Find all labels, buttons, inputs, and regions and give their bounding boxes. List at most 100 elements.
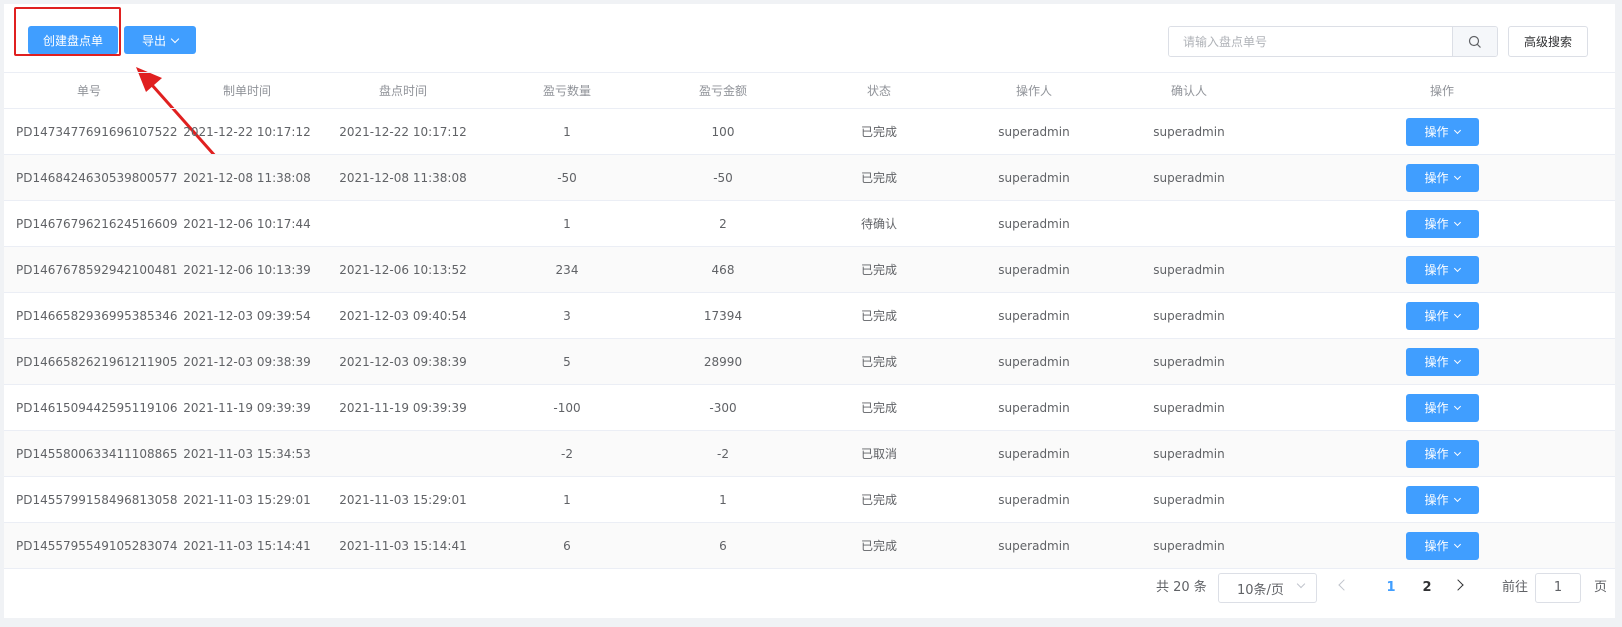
table-cell: superadmin bbox=[998, 263, 1070, 277]
table-cell: PD1473477691696107522 bbox=[16, 125, 178, 139]
table-body: PD1473477691696107522 2021-12-22 10:17:12… bbox=[4, 109, 1615, 569]
search-button[interactable] bbox=[1452, 27, 1497, 56]
table-cell: 2021-12-06 10:17:44 bbox=[183, 217, 311, 231]
table-cell: -50 bbox=[557, 171, 577, 185]
row-action-button[interactable]: 操作 bbox=[1405, 348, 1479, 376]
table-row[interactable]: PD1455800633411108865 2021-11-03 15:34:53… bbox=[4, 431, 1615, 477]
table-row[interactable]: PD1461509442595119106 2021-11-19 09:39:39… bbox=[4, 385, 1615, 431]
table-cell: PD1455800633411108865 bbox=[16, 447, 178, 461]
table-cell: superadmin bbox=[1153, 309, 1225, 323]
table-cell: superadmin bbox=[1153, 125, 1225, 139]
row-action-button[interactable]: 操作 bbox=[1405, 394, 1479, 422]
row-action-button[interactable]: 操作 bbox=[1405, 302, 1479, 330]
table-cell: superadmin bbox=[1153, 447, 1225, 461]
action-cell: 操作 bbox=[1269, 523, 1615, 569]
action-cell: 操作 bbox=[1269, 109, 1615, 155]
row-action-button[interactable]: 操作 bbox=[1405, 486, 1479, 514]
chevron-down-icon bbox=[1453, 402, 1461, 411]
table-row[interactable]: PD1455795549105283074 2021-11-03 15:14:41… bbox=[4, 523, 1615, 569]
table-cell: -2 bbox=[717, 447, 729, 461]
table-cell: 1 bbox=[719, 493, 727, 507]
table-cell: superadmin bbox=[998, 171, 1070, 185]
table-row[interactable]: PD1473477691696107522 2021-12-22 10:17:12… bbox=[4, 109, 1615, 155]
table-cell: 2021-12-06 10:13:39 bbox=[183, 263, 311, 277]
column-header: 盘点时间 bbox=[378, 84, 427, 98]
row-action-button[interactable]: 操作 bbox=[1405, 256, 1479, 284]
row-action-button[interactable]: 操作 bbox=[1405, 532, 1479, 560]
table-cell: 2021-11-19 09:39:39 bbox=[339, 401, 467, 415]
table-row[interactable]: PD1455799158496813058 2021-11-03 15:29:01… bbox=[4, 477, 1615, 523]
table-cell: 28990 bbox=[703, 355, 743, 369]
table-cell: PD1461509442595119106 bbox=[16, 401, 178, 415]
table-cell: superadmin bbox=[1153, 539, 1225, 553]
table-cell: 6 bbox=[719, 539, 727, 553]
goto-page-input[interactable]: 1 bbox=[1535, 573, 1581, 603]
row-action-label: 操作 bbox=[1424, 401, 1449, 415]
table-row[interactable]: PD1468424630539800577 2021-12-08 11:38:08… bbox=[4, 155, 1615, 201]
table-cell: 已完成 bbox=[860, 309, 897, 323]
table-cell: PD1466582621961211905 bbox=[16, 355, 178, 369]
table-cell: PD1466582936995385346 bbox=[16, 309, 178, 323]
table-cell: 已完成 bbox=[860, 355, 897, 369]
table-cell: 2021-12-22 10:17:12 bbox=[183, 125, 311, 139]
create-inventory-button[interactable]: 创建盘点单 bbox=[28, 26, 118, 54]
prev-page-icon[interactable] bbox=[1338, 579, 1350, 591]
pagination-total: 共 20 条 bbox=[1156, 580, 1207, 595]
table-row[interactable]: PD1467678592942100481 2021-12-06 10:13:39… bbox=[4, 247, 1615, 293]
table-cell: 已完成 bbox=[860, 539, 897, 553]
toolbar: 创建盘点单 导出 高级搜索 bbox=[4, 4, 1615, 76]
page-number-1[interactable]: 1 bbox=[1381, 573, 1401, 603]
row-action-button[interactable]: 操作 bbox=[1405, 440, 1479, 468]
column-header: 盈亏金额 bbox=[698, 84, 747, 98]
advanced-search-button[interactable]: 高级搜索 bbox=[1508, 26, 1588, 57]
row-action-label: 操作 bbox=[1424, 539, 1449, 553]
chevron-down-icon bbox=[1453, 126, 1461, 135]
table-cell: superadmin bbox=[1153, 263, 1225, 277]
table-row[interactable]: PD1466582621961211905 2021-12-03 09:38:39… bbox=[4, 339, 1615, 385]
table-cell: superadmin bbox=[998, 401, 1070, 415]
export-label: 导出 bbox=[141, 33, 166, 48]
page-number-2[interactable]: 2 bbox=[1417, 573, 1437, 603]
table-row[interactable]: PD1467679621624516609 2021-12-06 10:17:44… bbox=[4, 201, 1615, 247]
row-action-button[interactable]: 操作 bbox=[1405, 118, 1479, 146]
table-cell: 6 bbox=[563, 539, 571, 553]
table-cell: superadmin bbox=[1153, 355, 1225, 369]
table-row[interactable]: PD1466582936995385346 2021-12-03 09:39:54… bbox=[4, 293, 1615, 339]
row-action-label: 操作 bbox=[1424, 171, 1449, 185]
table-cell: 468 bbox=[711, 263, 735, 277]
table-cell bbox=[327, 201, 479, 247]
chevron-down-icon bbox=[1453, 494, 1461, 503]
table-cell: -300 bbox=[709, 401, 737, 415]
table-cell: 2021-12-08 11:38:08 bbox=[183, 171, 311, 185]
table-cell: superadmin bbox=[998, 493, 1070, 507]
table-cell bbox=[327, 431, 479, 477]
table-cell: 17394 bbox=[703, 309, 743, 323]
column-header: 状态 bbox=[866, 84, 891, 98]
table-cell: 2021-11-03 15:34:53 bbox=[183, 447, 311, 461]
table-cell: 2021-11-03 15:14:41 bbox=[339, 539, 467, 553]
row-action-button[interactable]: 操作 bbox=[1405, 210, 1479, 238]
row-action-label: 操作 bbox=[1424, 447, 1449, 461]
table-cell: 5 bbox=[563, 355, 571, 369]
table-cell: 2021-12-06 10:13:52 bbox=[339, 263, 467, 277]
next-page-icon[interactable] bbox=[1452, 579, 1464, 591]
export-dropdown-button[interactable]: 导出 bbox=[124, 26, 196, 54]
table-cell: PD1467678592942100481 bbox=[16, 263, 178, 277]
page-size-select[interactable]: 10条/页 bbox=[1218, 573, 1317, 603]
table-cell: 3 bbox=[563, 309, 571, 323]
table-cell: -50 bbox=[713, 171, 733, 185]
chevron-down-icon bbox=[1296, 579, 1306, 589]
chevron-down-icon bbox=[1453, 448, 1461, 457]
search-input[interactable] bbox=[1169, 27, 1452, 56]
column-header: 制单时间 bbox=[222, 84, 271, 98]
row-action-label: 操作 bbox=[1424, 309, 1449, 323]
table-cell: 1 bbox=[563, 493, 571, 507]
row-action-label: 操作 bbox=[1424, 355, 1449, 369]
page-size-value: 10条/页 bbox=[1237, 582, 1284, 598]
table-cell: 1 bbox=[563, 125, 571, 139]
table-cell: 2021-11-19 09:39:39 bbox=[183, 401, 311, 415]
row-action-button[interactable]: 操作 bbox=[1405, 164, 1479, 192]
table-cell: PD1455795549105283074 bbox=[16, 539, 178, 553]
chevron-down-icon bbox=[1453, 356, 1461, 365]
table-cell: 234 bbox=[555, 263, 579, 277]
